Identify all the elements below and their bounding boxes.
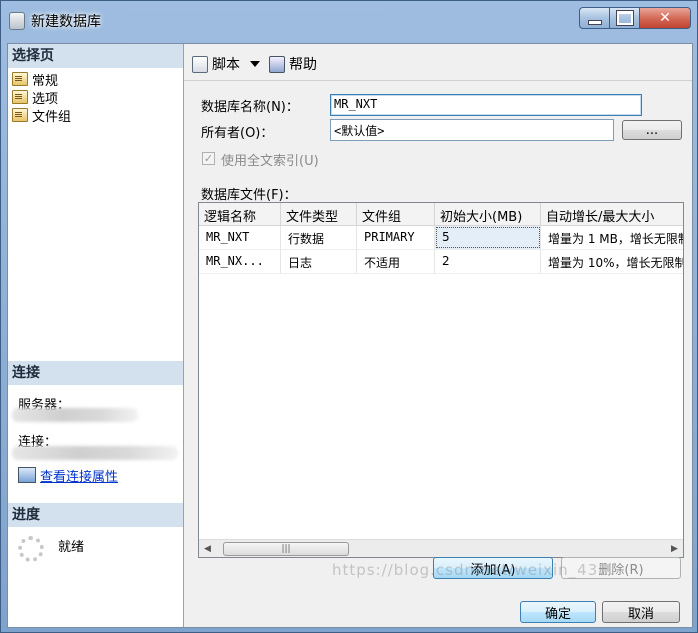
watermark: https://blog.csdn.net/weixin_43...	[332, 561, 616, 579]
table-row[interactable]: MR_NXT 行数据 PRIMARY 5 增量为 1 MB，增长无限制	[199, 226, 683, 250]
database-icon	[9, 12, 25, 30]
cell-initial-size[interactable]: 2	[435, 250, 541, 273]
column-header[interactable]: 文件类型	[281, 203, 357, 225]
grid-header: 逻辑名称 文件类型 文件组 初始大小(MB) 自动增长/最大大小	[199, 203, 683, 226]
script-button[interactable]: 脚本	[192, 54, 260, 74]
column-header[interactable]: 初始大小(MB)	[435, 203, 541, 225]
page-item-label: 选项	[32, 91, 59, 107]
connection-properties-icon	[18, 467, 36, 483]
column-header[interactable]: 逻辑名称	[199, 203, 281, 225]
db-files-label: 数据库文件(F)：	[201, 188, 297, 203]
select-page-header: 选择页	[8, 44, 183, 68]
cell-filegroup[interactable]: PRIMARY	[357, 226, 435, 249]
page-icon	[12, 90, 28, 104]
help-label: 帮助	[289, 57, 317, 73]
maximize-button[interactable]	[609, 7, 639, 29]
script-label: 脚本	[212, 57, 240, 73]
help-icon	[269, 55, 285, 73]
page-item-label: 常规	[32, 73, 59, 89]
cell-filegroup[interactable]: 不适用	[357, 250, 435, 273]
page-icon	[12, 72, 28, 86]
column-header[interactable]: 文件组	[357, 203, 435, 225]
left-pane: 选择页 常规 选项 文件组 连接 服务器： 连接： 查看连接属性 进度 就绪	[8, 44, 184, 627]
browse-owner-button[interactable]: ...	[622, 120, 682, 140]
scroll-left-icon[interactable]: ◀	[199, 540, 216, 557]
progress-spinner-icon	[18, 536, 44, 562]
maximize-icon	[615, 10, 634, 26]
page-item-general[interactable]: 常规	[12, 70, 71, 89]
title-bar[interactable]: 新建数据库 ✕	[1, 1, 697, 37]
page-list: 常规 选项 文件组	[12, 70, 72, 125]
db-name-label: 数据库名称(N)：	[201, 100, 299, 115]
cell-autogrowth[interactable]: 增量为 1 MB，增长无限制	[541, 226, 683, 249]
minimize-button[interactable]	[579, 7, 609, 29]
scroll-right-icon[interactable]: ▶	[666, 540, 683, 557]
connection-value-redacted	[12, 446, 178, 460]
column-header[interactable]: 自动增长/最大大小	[541, 203, 683, 225]
right-pane: 脚本 帮助 数据库名称(N)： MR_NXT 所有者(O)： <默认值> ...…	[184, 44, 692, 627]
cancel-button[interactable]: 取消	[602, 601, 680, 623]
cell-file-type[interactable]: 行数据	[281, 226, 357, 249]
scrollbar-thumb[interactable]: |||	[223, 542, 349, 556]
close-button[interactable]: ✕	[639, 7, 691, 29]
server-value-redacted	[12, 408, 138, 422]
connection-header: 连接	[8, 361, 183, 385]
fulltext-checkbox[interactable]: ✓	[202, 152, 215, 165]
dialog-body: 选择页 常规 选项 文件组 连接 服务器： 连接： 查看连接属性 进度 就绪 脚…	[7, 43, 693, 628]
page-item-options[interactable]: 选项	[12, 88, 71, 107]
toolbar: 脚本 帮助	[184, 44, 692, 81]
db-name-input[interactable]: MR_NXT	[330, 94, 642, 116]
minimize-icon	[587, 19, 602, 25]
cell-logical-name[interactable]: MR_NXT	[199, 226, 281, 249]
page-icon	[12, 108, 28, 122]
page-item-label: 文件组	[32, 109, 72, 125]
new-database-window: 新建数据库 ✕ 选择页 常规 选项 文件组 连接 服务器： 连接： 查看连接属性…	[0, 0, 698, 633]
caption-buttons: ✕	[579, 7, 691, 31]
chevron-down-icon	[250, 61, 260, 67]
view-connection-properties-link[interactable]: 查看连接属性	[40, 466, 118, 485]
help-button[interactable]: 帮助	[269, 54, 317, 74]
cell-logical-name[interactable]: MR_NX...	[199, 250, 281, 273]
script-icon	[192, 55, 208, 73]
cell-autogrowth[interactable]: 增量为 10%，增长无限制	[541, 250, 683, 273]
table-row[interactable]: MR_NX... 日志 不适用 2 增量为 10%，增长无限制	[199, 250, 683, 274]
close-icon: ✕	[659, 10, 671, 26]
cell-initial-size[interactable]: 5	[435, 226, 541, 249]
progress-header: 进度	[8, 503, 183, 527]
owner-input[interactable]: <默认值>	[330, 119, 614, 141]
window-title: 新建数据库	[31, 14, 101, 30]
cell-file-type[interactable]: 日志	[281, 250, 357, 273]
page-item-filegroups[interactable]: 文件组	[12, 106, 72, 125]
owner-label: 所有者(O)：	[201, 126, 274, 141]
database-files-grid[interactable]: 逻辑名称 文件类型 文件组 初始大小(MB) 自动增长/最大大小 MR_NXT …	[198, 202, 684, 558]
ok-button[interactable]: 确定	[520, 601, 596, 623]
fulltext-label: 使用全文索引(U)	[221, 154, 319, 169]
horizontal-scrollbar[interactable]: ◀ ||| ▶	[199, 539, 683, 557]
progress-status: 就绪	[58, 540, 85, 555]
